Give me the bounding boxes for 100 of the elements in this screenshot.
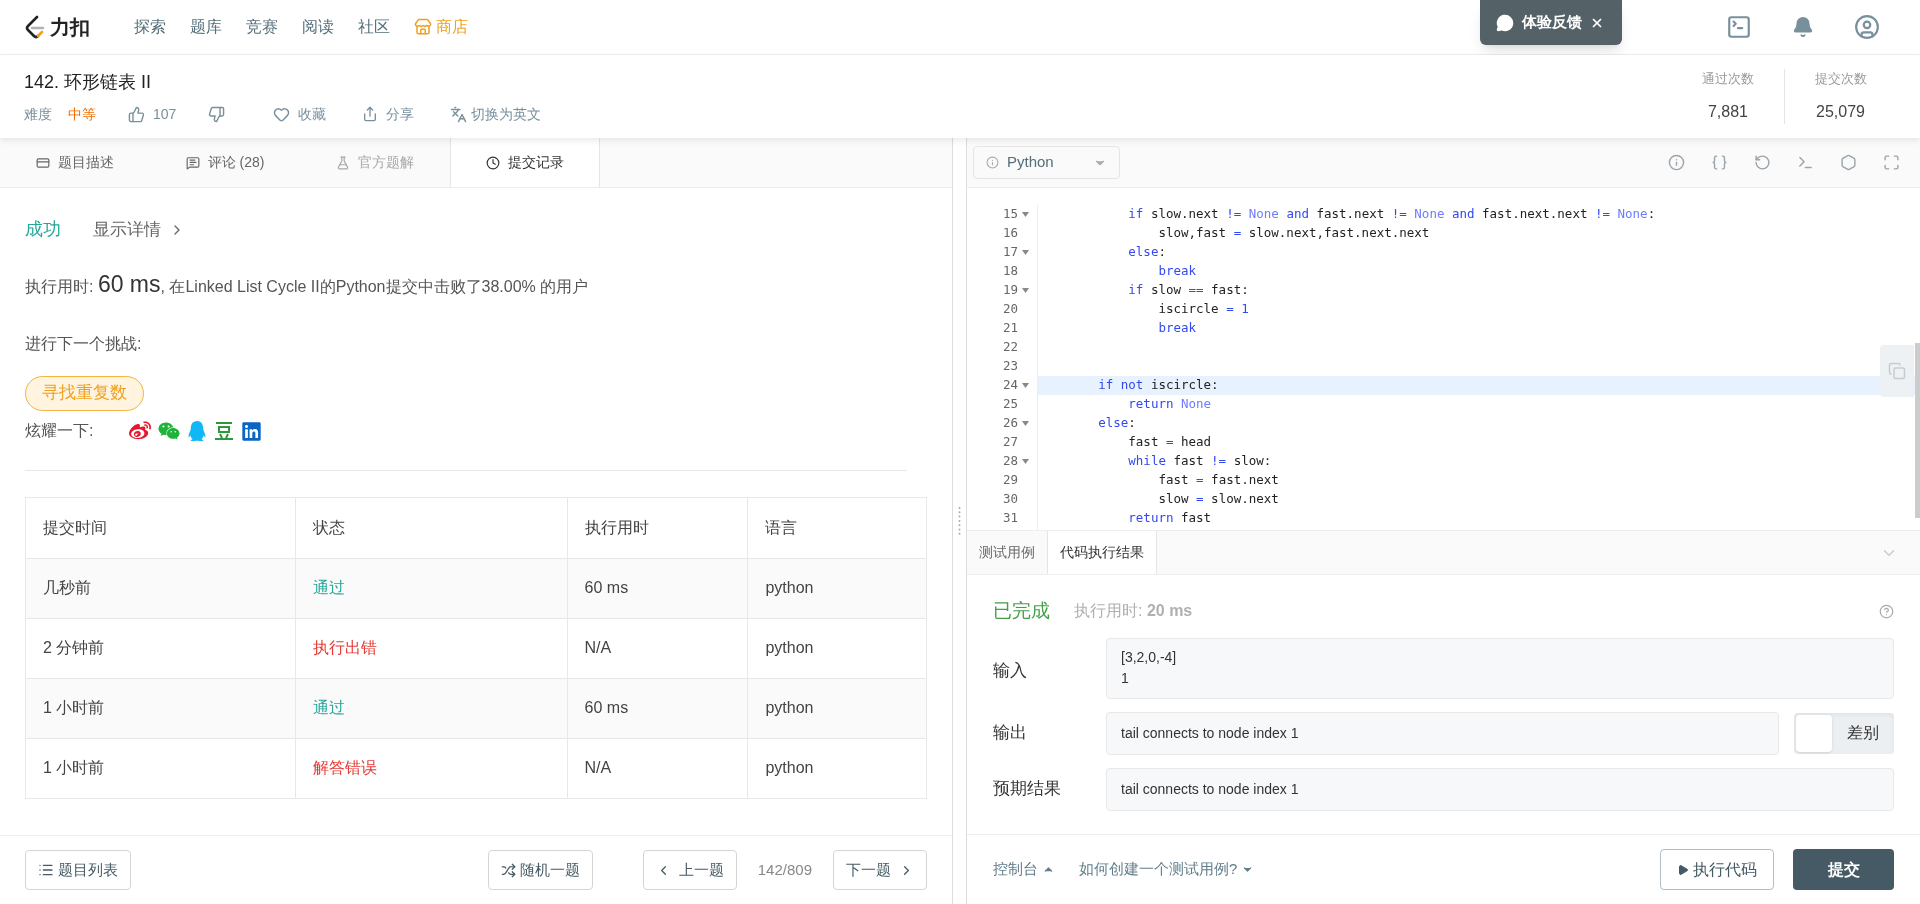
code-line: return fast	[1127, 509, 1212, 528]
howto-link[interactable]: 如何创建一个测试用例?	[1079, 858, 1255, 881]
line-number: 17	[1002, 243, 1018, 262]
fullscreen-icon[interactable]	[1883, 154, 1900, 171]
details-link[interactable]: 显示详情	[93, 216, 185, 243]
line-number: 27	[1002, 433, 1018, 452]
fold-icon[interactable]	[1022, 421, 1029, 426]
expected-label: 预期结果	[993, 778, 1062, 801]
translate-button[interactable]: 切换为英文	[450, 103, 542, 125]
code-line: slow = slow.next	[1157, 490, 1279, 509]
braces-icon[interactable]	[1711, 154, 1728, 171]
problem-title: 142. 环形链表 II	[24, 70, 153, 94]
share-button[interactable]: 分享	[362, 103, 415, 125]
bell-icon[interactable]	[1792, 16, 1814, 38]
code-line: slow,fast = slow.next,fast.next.next	[1157, 224, 1430, 243]
prev-button[interactable]: 上一题	[642, 850, 737, 890]
line-number: 25	[1002, 395, 1018, 414]
line-number: 26	[1002, 414, 1018, 433]
logo-text[interactable]: 力扣	[50, 12, 90, 42]
info-icon[interactable]	[1668, 154, 1685, 171]
playground-icon[interactable]	[1726, 14, 1752, 40]
reset-icon[interactable]	[1754, 154, 1771, 171]
run-code-button[interactable]: 执行代码	[1660, 849, 1774, 890]
copy-icon	[1888, 362, 1906, 380]
status-text: 成功	[25, 218, 61, 241]
line-number: 24	[1002, 376, 1018, 395]
qq-icon[interactable]	[187, 421, 207, 441]
random-button[interactable]: 随机一题	[487, 850, 593, 890]
code-line: fast = fast.next	[1157, 471, 1279, 490]
line-number: 31	[1002, 509, 1018, 528]
nav-link[interactable]: 竞赛	[246, 15, 278, 39]
console-tab[interactable]: 代码执行结果	[1047, 531, 1157, 574]
difficulty-value: 中等	[68, 104, 96, 124]
fold-icon[interactable]	[1022, 250, 1029, 255]
code-line: else:	[1097, 414, 1136, 433]
douban-icon[interactable]	[214, 421, 234, 441]
wechat-icon[interactable]	[158, 420, 180, 442]
chat-icon	[1496, 13, 1514, 32]
problem-list-button[interactable]: 题目列表	[25, 850, 131, 890]
share-label: 炫耀一下:	[25, 421, 95, 441]
share-icon	[362, 106, 379, 122]
code-line: else:	[1127, 243, 1166, 262]
stat-label: 通过次数	[1702, 69, 1754, 88]
drag-handle-icon[interactable]	[958, 506, 961, 536]
nav-link[interactable]: 题库	[190, 15, 222, 39]
line-number: 18	[1002, 262, 1018, 281]
nav-link[interactable]: 阅读	[302, 15, 334, 39]
table-cell: 60 ms	[567, 558, 748, 618]
terminal-icon[interactable]	[1797, 154, 1814, 171]
feedback-label: 体验反馈	[1522, 12, 1582, 33]
code-line: iscircle = 1	[1157, 300, 1249, 319]
fold-icon[interactable]	[1022, 459, 1029, 464]
shop-icon	[414, 18, 432, 36]
stat-label: 提交次数	[1814, 69, 1867, 88]
heart-icon	[273, 105, 291, 123]
fold-icon[interactable]	[1022, 288, 1029, 293]
console-button[interactable]: 控制台	[993, 858, 1055, 881]
panel-tab[interactable]: 评论 (28)	[150, 138, 300, 187]
console-tab[interactable]: 测试用例	[967, 531, 1047, 574]
language-select[interactable]: Python	[973, 146, 1120, 179]
line-number: 28	[1002, 452, 1018, 471]
column-header: 执行用时	[567, 497, 748, 558]
next-button[interactable]: 下一题	[833, 850, 927, 890]
diff-toggle[interactable]: 差别	[1794, 712, 1894, 754]
line-number: 21	[1002, 319, 1018, 338]
settings-icon[interactable]	[1840, 154, 1857, 171]
code-line: break	[1157, 319, 1197, 338]
dislike-button[interactable]	[208, 105, 226, 123]
table-cell: N/A	[567, 618, 748, 678]
thumbs-up-icon	[128, 105, 145, 123]
difficulty-label: 难度	[24, 104, 52, 124]
column-header: 状态	[295, 497, 568, 558]
scrollbar[interactable]	[1915, 343, 1920, 518]
fold-icon[interactable]	[1022, 212, 1029, 217]
list-icon	[38, 862, 54, 878]
weibo-icon[interactable]	[129, 420, 151, 442]
nav-link[interactable]: 社区	[358, 15, 390, 39]
linkedin-icon[interactable]	[241, 420, 262, 442]
submit-button[interactable]: 提交	[1793, 849, 1894, 890]
nav-link[interactable]: 探索	[134, 15, 166, 39]
expected-value: tail connects to node index 1	[1106, 767, 1894, 811]
stat-value: 7,881	[1707, 102, 1748, 123]
status-link[interactable]: 通过	[313, 699, 346, 716]
status-link[interactable]: 通过	[313, 579, 346, 596]
stat-value: 25,079	[1816, 102, 1865, 123]
avatar-icon[interactable]	[1854, 14, 1880, 40]
table-cell: 2 分钟前	[25, 618, 296, 678]
status-link[interactable]: 执行出错	[313, 639, 378, 656]
line-number: 22	[1002, 338, 1018, 357]
column-header: 语言	[747, 497, 927, 558]
panel-tab[interactable]: 提交记录	[450, 138, 600, 187]
favorite-button[interactable]: 收藏	[273, 103, 327, 125]
panel-tab[interactable]: 题目描述	[0, 138, 150, 187]
feedback-toast[interactable]: 体验反馈	[1480, 0, 1622, 45]
like-button[interactable]: 107	[128, 103, 177, 125]
fold-icon[interactable]	[1022, 383, 1029, 388]
table-cell: 几秒前	[25, 558, 296, 618]
help-icon[interactable]	[1879, 603, 1894, 619]
code-line: fast = head	[1127, 433, 1212, 452]
status-link[interactable]: 解答错误	[313, 759, 378, 776]
